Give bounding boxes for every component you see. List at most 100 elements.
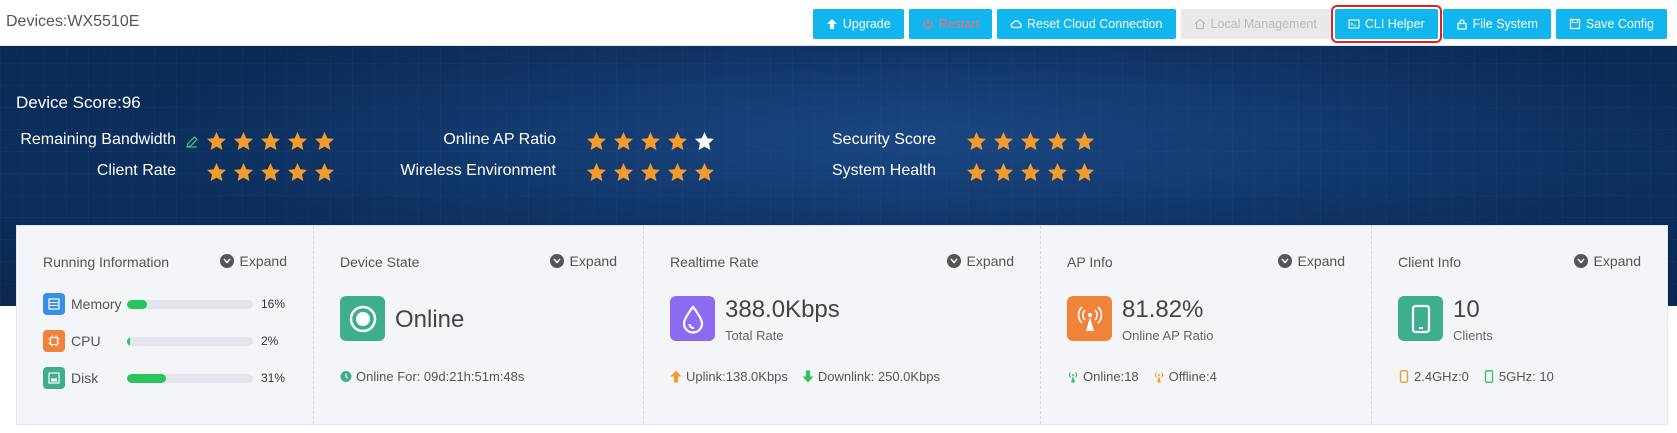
cloud-icon <box>1010 20 1022 29</box>
ap-info-title: AP Info <box>1067 254 1113 270</box>
client-rate-label: Client Rate <box>96 162 176 179</box>
client-bands: 2.4GHz:0 5GHz: 10 <box>1398 369 1554 384</box>
power-icon <box>923 19 933 29</box>
phone-5ghz-icon <box>1484 370 1494 383</box>
clock-icon <box>340 371 352 382</box>
cpu-progress-fill <box>127 336 130 346</box>
save-config-button[interactable]: Save Config <box>1555 9 1667 39</box>
toolbar: Upgrade Restart Reset Cloud Connection L… <box>812 5 1667 43</box>
realtime-rate-card: Realtime Rate Expand 388.0Kbps Total Rat… <box>644 226 1041 424</box>
chevron-down-icon <box>946 254 961 268</box>
memory-row: Memory 16% <box>43 293 285 315</box>
expand-label: Expand <box>1593 253 1641 269</box>
upgrade-button[interactable]: Upgrade <box>812 9 904 39</box>
band-5ghz-count: 5GHz: 10 <box>1498 369 1554 384</box>
client-info-expand[interactable]: Expand <box>1573 253 1641 269</box>
filled-star-icon <box>1021 132 1040 150</box>
memory-icon <box>43 293 65 315</box>
disk-row: Disk 31% <box>43 367 285 389</box>
device-state-card: Device State Expand Online Online For: 0… <box>314 226 644 424</box>
uplink-text: Uplink:138.0Kbps <box>686 369 788 384</box>
system-health-label: System Health <box>832 162 937 179</box>
restart-button[interactable]: Restart <box>908 9 993 39</box>
disk-label: Disk <box>71 370 99 386</box>
filled-star-icon <box>668 163 687 181</box>
filled-star-icon <box>614 132 633 150</box>
clients-label: Clients <box>1453 328 1493 343</box>
edit-pencil-icon[interactable] <box>185 135 199 149</box>
save-disk-icon <box>1569 18 1580 30</box>
running-information-expand[interactable]: Expand <box>219 253 287 269</box>
local-management-button[interactable]: Local Management <box>1180 9 1330 39</box>
home-icon <box>1194 18 1205 30</box>
filled-star-icon <box>641 163 660 181</box>
device-state-expand[interactable]: Expand <box>549 253 617 269</box>
filled-star-icon <box>288 163 307 181</box>
chevron-down-icon <box>1277 254 1292 268</box>
wireless-environment-label: Wireless Environment <box>400 162 556 179</box>
file-system-button[interactable]: File System <box>1442 9 1551 39</box>
ap-info-expand[interactable]: Expand <box>1277 253 1345 269</box>
uplink-arrow-icon <box>670 370 682 383</box>
filled-star-icon <box>234 132 253 150</box>
chevron-down-icon <box>1573 254 1588 268</box>
rate-drop-icon <box>670 296 715 341</box>
online-ap-ratio-label: Online AP Ratio <box>443 131 556 148</box>
rate-breakdown: Uplink:138.0Kbps Downlink: 250.0Kbps <box>670 369 940 384</box>
filled-star-icon <box>1075 163 1094 181</box>
cpu-label: CPU <box>71 333 101 349</box>
filled-star-icon <box>315 163 334 181</box>
cli-helper-button[interactable]: CLI Helper <box>1330 5 1442 43</box>
ap-counts: Online:18 Offline:4 <box>1067 369 1217 384</box>
downlink-arrow-icon <box>802 370 814 383</box>
filled-star-icon <box>695 163 714 181</box>
online-ap-ratio-stars <box>586 131 715 152</box>
terminal-icon <box>1348 19 1360 29</box>
disk-percentage: 31% <box>261 371 286 385</box>
ap-antenna-icon <box>1067 296 1112 341</box>
filled-star-icon <box>614 163 633 181</box>
device-dashboard: Devices:WX5510E Upgrade Restart Reset Cl… <box>0 0 1677 433</box>
filled-star-icon <box>1048 163 1067 181</box>
folder-lock-icon <box>1456 19 1467 30</box>
memory-label: Memory <box>71 296 122 312</box>
remaining-bandwidth-stars <box>206 131 335 152</box>
upgrade-button-label: Upgrade <box>842 17 891 31</box>
running-information-card: Running Information Expand Memory 16% CP… <box>17 226 314 424</box>
upload-arrow-icon <box>826 19 837 29</box>
filled-star-icon <box>1075 132 1094 150</box>
ap-online-icon <box>1068 372 1078 383</box>
reset-cloud-connection-button[interactable]: Reset Cloud Connection <box>997 9 1176 39</box>
online-ap-ratio-sublabel: Online AP Ratio <box>1122 328 1214 343</box>
device-score: Device Score:96 <box>16 93 141 112</box>
cpu-chip-icon <box>43 330 65 352</box>
total-rate-value: 388.0Kbps <box>725 296 840 323</box>
filled-star-icon <box>234 163 253 181</box>
expand-label: Expand <box>966 253 1014 269</box>
online-duration: Online For: 09d:21h:51m:48s <box>340 369 524 384</box>
online-ap-ratio-value: 81.82% <box>1122 296 1204 323</box>
file-system-label: File System <box>1472 17 1538 31</box>
filled-star-icon <box>994 132 1013 150</box>
device-state-value: Online <box>395 306 465 333</box>
restart-button-label: Restart <box>938 17 980 31</box>
phone-24ghz-icon <box>1399 370 1409 383</box>
expand-label: Expand <box>1297 253 1345 269</box>
local-management-label: Local Management <box>1210 17 1317 31</box>
ap-offline-count: Offline:4 <box>1168 369 1217 384</box>
filled-star-icon <box>288 132 307 150</box>
filled-star-icon <box>261 132 280 150</box>
realtime-rate-expand[interactable]: Expand <box>946 253 1014 269</box>
online-status-icon <box>340 296 385 341</box>
filled-star-icon <box>587 163 606 181</box>
filled-star-icon <box>641 132 660 150</box>
downlink-text: Downlink: 250.0Kbps <box>817 369 941 384</box>
client-info-title: Client Info <box>1398 254 1462 270</box>
clients-value: 10 <box>1453 296 1480 323</box>
empty-star-icon <box>695 132 714 150</box>
reset-cloud-connection-label: Reset Cloud Connection <box>1027 17 1163 31</box>
client-rate-stars <box>206 162 335 183</box>
chevron-down-icon <box>219 254 234 268</box>
device-title: Devices:WX5510E <box>6 13 140 30</box>
security-score-label: Security Score <box>832 131 937 148</box>
